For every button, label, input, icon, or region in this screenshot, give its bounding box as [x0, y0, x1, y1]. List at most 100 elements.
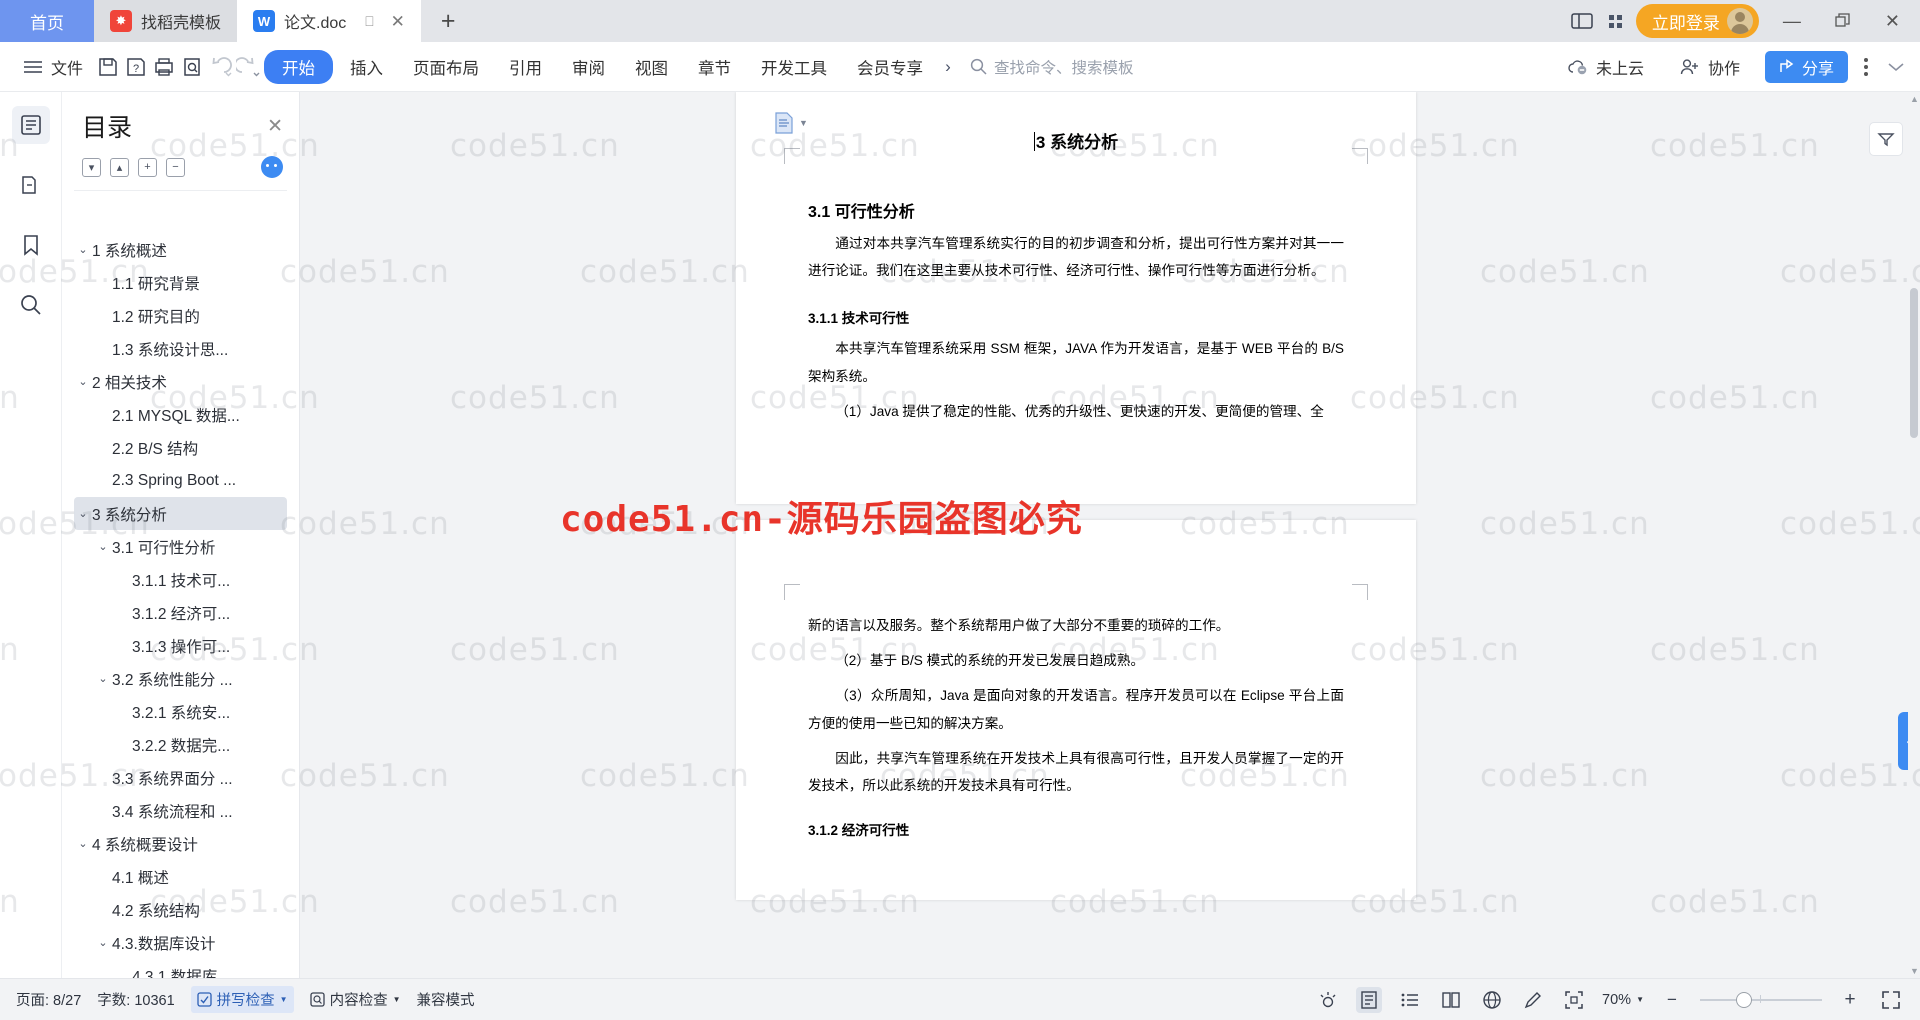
- toc-item-caret-icon[interactable]: ⌄: [74, 837, 92, 850]
- toc-item[interactable]: ⌄ 4 系统概要设计: [74, 827, 287, 860]
- toc-item-caret-icon[interactable]: ⌄: [74, 375, 92, 388]
- save-as-icon[interactable]: ?: [124, 55, 148, 79]
- toc-item[interactable]: ⌄4.3.1 数据库: [74, 959, 287, 979]
- window-close-button[interactable]: ✕: [1875, 11, 1910, 32]
- scroll-up-arrow[interactable]: ▲: [1910, 94, 1919, 104]
- fullscreen-icon[interactable]: [1878, 987, 1904, 1013]
- ribbon-tab-references[interactable]: 引用: [496, 50, 555, 84]
- web-layout-icon[interactable]: [1479, 987, 1505, 1013]
- ribbon-tab-view[interactable]: 视图: [622, 50, 681, 84]
- zoom-out-button[interactable]: −: [1659, 987, 1685, 1013]
- fit-page-icon[interactable]: [1561, 987, 1587, 1013]
- zoom-slider[interactable]: [1700, 991, 1822, 1008]
- toc-item[interactable]: ⌄ 1 系统概述: [74, 233, 287, 266]
- toc-item[interactable]: ⌄ 3 系统分析: [74, 497, 287, 530]
- ribbon-tab-start[interactable]: 开始: [264, 49, 334, 84]
- print-icon[interactable]: [152, 55, 176, 79]
- vertical-scrollbar[interactable]: ▲ ▼: [1908, 92, 1920, 978]
- document-page-1[interactable]: ▼ 3 系统分析 3.1 可行性分析 通过对本共享汽车管理系统实行的目的初步调查…: [736, 92, 1416, 504]
- toc-list[interactable]: ⌄1 系统概述⌄1.1 研究背景⌄1.2 研究目的⌄1.3 系统设计思...⌄2…: [74, 190, 287, 978]
- window-minimize-button[interactable]: —: [1773, 11, 1811, 32]
- collaborate-button[interactable]: 协作: [1669, 51, 1749, 83]
- page-indicator[interactable]: 页面: 8/27: [16, 989, 81, 1010]
- spell-check-button[interactable]: 拼写检查 ▼: [190, 986, 294, 1013]
- ribbon-tab-chapters[interactable]: 章节: [685, 50, 744, 84]
- compatibility-mode-label[interactable]: 兼容模式: [417, 989, 475, 1010]
- zoom-slider-knob[interactable]: [1736, 991, 1752, 1008]
- toc-item[interactable]: ⌄2.3 Spring Boot ...: [74, 464, 287, 497]
- toc-item[interactable]: ⌄1.3 系统设计思...: [74, 332, 287, 365]
- split-view-icon[interactable]: [1569, 8, 1595, 34]
- document-page-2[interactable]: 新的语言以及服务。整个系统帮用户做了大部分不重要的琐碎的工作。 （2）基于 B/…: [736, 520, 1416, 900]
- toc-item[interactable]: ⌄3.1.2 经济可...: [74, 596, 287, 629]
- reading-layout-icon[interactable]: [1438, 987, 1464, 1013]
- toc-item[interactable]: ⌄ 4.3.数据库设计: [74, 926, 287, 959]
- save-icon[interactable]: [96, 55, 120, 79]
- outline-icon[interactable]: [1397, 987, 1423, 1013]
- toc-item[interactable]: ⌄3.4 系统流程和 ...: [74, 794, 287, 827]
- new-tab-button[interactable]: +: [421, 0, 476, 42]
- toc-expand-down-button[interactable]: ▾: [82, 157, 101, 177]
- login-button[interactable]: 立即登录: [1635, 4, 1759, 38]
- tab-restore-icon[interactable]: ⎕: [365, 13, 373, 30]
- toc-assistant-icon[interactable]: [261, 156, 283, 178]
- redo-icon[interactable]: [236, 55, 260, 79]
- toc-item[interactable]: ⌄4.2 系统结构: [74, 893, 287, 926]
- toc-item[interactable]: ⌄3.1.1 技术可...: [74, 563, 287, 596]
- toc-item[interactable]: ⌄2.2 B/S 结构: [74, 431, 287, 464]
- toc-item[interactable]: ⌄1.1 研究背景: [74, 266, 287, 299]
- search-input[interactable]: 查找命令、搜索模板: [970, 56, 1134, 78]
- toc-item[interactable]: ⌄3.3 系统界面分 ...: [74, 761, 287, 794]
- apps-grid-icon[interactable]: [1608, 14, 1622, 28]
- ribbon-overflow-icon[interactable]: ›: [940, 55, 956, 79]
- toc-collapse-up-button[interactable]: ▴: [110, 157, 129, 177]
- scroll-down-arrow[interactable]: ▼: [1910, 966, 1919, 976]
- spell-check-chevron-icon[interactable]: ▼: [280, 995, 288, 1004]
- ribbon-tab-member[interactable]: 会员专享: [844, 50, 936, 84]
- toc-item[interactable]: ⌄ 2 相关技术: [74, 365, 287, 398]
- page-format-icon[interactable]: ▼: [774, 112, 808, 134]
- toc-item-caret-icon[interactable]: ⌄: [74, 507, 92, 520]
- zoom-in-button[interactable]: +: [1837, 987, 1863, 1013]
- toc-item[interactable]: ⌄3.1.3 操作可...: [74, 629, 287, 662]
- tab-docer-template[interactable]: ✸ 找稻壳模板: [94, 0, 238, 42]
- tab-document[interactable]: W 论文.doc ⎕ ✕: [237, 0, 421, 42]
- eye-icon[interactable]: [1315, 987, 1341, 1013]
- word-count[interactable]: 字数: 10361: [97, 989, 174, 1010]
- print-preview-icon[interactable]: [180, 55, 204, 79]
- toc-item-caret-icon[interactable]: ⌄: [94, 936, 112, 949]
- tab-home[interactable]: 首页: [0, 0, 94, 42]
- rail-toc-icon[interactable]: [11, 106, 50, 144]
- rail-search-icon[interactable]: [12, 286, 50, 324]
- rail-bookmark-icon[interactable]: [12, 226, 50, 264]
- content-check-chevron-icon[interactable]: ▼: [393, 995, 401, 1004]
- toc-item-caret-icon[interactable]: ⌄: [94, 672, 112, 685]
- ribbon-tab-insert[interactable]: 插入: [337, 50, 396, 84]
- edit-pen-icon[interactable]: [1520, 987, 1546, 1013]
- toc-increase-level-button[interactable]: +: [138, 157, 157, 177]
- toc-item-caret-icon[interactable]: ⌄: [74, 243, 92, 256]
- toc-decrease-level-button[interactable]: −: [166, 157, 185, 177]
- toc-item[interactable]: ⌄3.2.1 系统安...: [74, 695, 287, 728]
- cloud-status-button[interactable]: 未上云: [1557, 51, 1653, 83]
- filter-panel-icon[interactable]: [1869, 122, 1903, 156]
- toc-item[interactable]: ⌄3.2.2 数据完...: [74, 728, 287, 761]
- zoom-chevron-icon[interactable]: ▼: [1636, 995, 1644, 1004]
- ribbon-tab-page-layout[interactable]: 页面布局: [400, 50, 492, 84]
- toc-item-caret-icon[interactable]: ⌄: [94, 540, 112, 553]
- zoom-level-label[interactable]: 70% ▼: [1602, 992, 1644, 1008]
- toc-item[interactable]: ⌄2.1 MYSQL 数据...: [74, 398, 287, 431]
- scrollbar-thumb[interactable]: [1910, 288, 1918, 438]
- undo-icon[interactable]: [208, 55, 232, 79]
- window-maximize-button[interactable]: [1825, 13, 1861, 29]
- rail-thumbnail-icon[interactable]: [12, 166, 50, 204]
- more-options-icon[interactable]: [1864, 57, 1868, 76]
- content-check-button[interactable]: 内容检查 ▼: [309, 989, 401, 1010]
- ribbon-tab-review[interactable]: 审阅: [559, 50, 618, 84]
- page-format-chevron-icon[interactable]: ▼: [799, 118, 808, 128]
- tab-close-icon[interactable]: ✕: [391, 13, 405, 30]
- print-layout-icon[interactable]: [1356, 986, 1383, 1013]
- ribbon-tab-dev-tools[interactable]: 开发工具: [748, 50, 840, 84]
- toc-item[interactable]: ⌄1.2 研究目的: [74, 299, 287, 332]
- share-button[interactable]: 分享: [1764, 50, 1848, 83]
